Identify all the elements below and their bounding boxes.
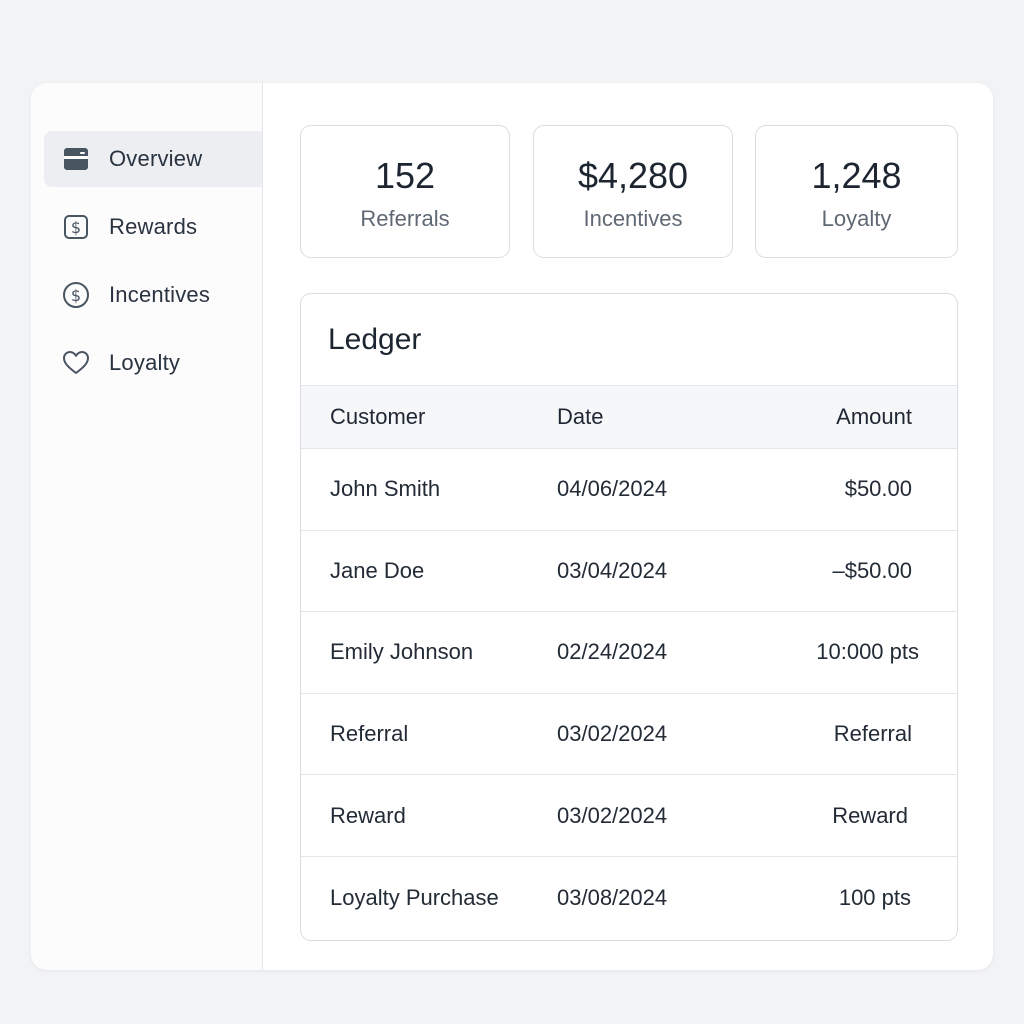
cell-date: 03/08/2024 — [557, 884, 668, 910]
column-header-amount[interactable]: Amount — [777, 404, 912, 430]
cell-date: 02/24/2024 — [557, 639, 668, 665]
svg-text:$: $ — [71, 218, 81, 237]
sidebar-item-label: Loyalty — [109, 350, 181, 375]
table-row[interactable]: Reward 03/02/2024 Reward — [301, 775, 957, 857]
sidebar-item-overview[interactable]: Overview — [44, 131, 262, 187]
sidebar-item-loyalty[interactable]: Loyalty — [44, 335, 262, 391]
stat-value: 1,248 — [811, 155, 902, 196]
cell-amount: 100 pts — [838, 884, 911, 910]
app-window: Overview $ Rewards $ Incentives Loyalty … — [31, 83, 993, 970]
cell-date: 03/04/2024 — [557, 557, 668, 583]
table-row[interactable]: Referral 03/02/2024 Referral — [301, 694, 957, 776]
cell-customer: Emily Johnson — [330, 639, 474, 665]
cell-amount: Referral — [833, 721, 912, 747]
sidebar-item-incentives[interactable]: $ Incentives — [44, 267, 262, 323]
ledger-title: Ledger — [301, 294, 957, 386]
column-header-date[interactable]: Date — [557, 404, 777, 430]
table-header: Customer Date Amount — [301, 386, 957, 449]
sidebar-item-label: Incentives — [109, 282, 211, 307]
cell-amount: 10:000 pts — [816, 639, 919, 665]
dollar-circle-icon: $ — [62, 281, 90, 309]
card-icon — [62, 145, 90, 173]
stat-card-referrals: 152 Referrals — [300, 125, 510, 258]
heart-icon — [62, 349, 90, 377]
sidebar-item-rewards[interactable]: $ Rewards — [44, 199, 262, 255]
stat-label: Referrals — [360, 206, 450, 231]
cell-customer: John Smith — [330, 476, 441, 502]
cell-date: 03/02/2024 — [557, 802, 668, 828]
ledger-card: Ledger Customer Date Amount John Smith 0… — [300, 293, 958, 941]
sidebar-item-label: Overview — [109, 146, 203, 171]
dollar-square-icon: $ — [62, 213, 90, 241]
table-row[interactable]: Jane Doe 03/04/2024 –$50.00 — [301, 531, 957, 613]
cell-customer: Jane Doe — [330, 557, 425, 583]
cell-customer: Reward — [330, 802, 406, 828]
table-row[interactable]: Emily Johnson 02/24/2024 10:000 pts — [301, 612, 957, 694]
sidebar-item-label: Rewards — [109, 214, 198, 239]
cell-date: 03/02/2024 — [557, 721, 668, 747]
cell-customer: Referral — [330, 721, 409, 747]
svg-text:$: $ — [71, 286, 81, 305]
stat-card-loyalty: 1,248 Loyalty — [755, 125, 958, 258]
stat-label: Incentives — [583, 206, 683, 231]
table-row[interactable]: Loyalty Purchase 03/08/2024 100 pts — [301, 857, 957, 939]
sidebar: Overview $ Rewards $ Incentives Loyalty — [31, 83, 263, 970]
cell-amount: Reward — [832, 802, 908, 828]
column-header-customer[interactable]: Customer — [301, 404, 557, 430]
cell-amount: –$50.00 — [832, 557, 912, 583]
cell-amount: $50.00 — [844, 476, 912, 502]
stat-label: Loyalty — [821, 206, 892, 231]
stat-card-incentives: $4,280 Incentives — [533, 125, 733, 258]
stat-value: $4,280 — [577, 155, 689, 196]
stat-value: 152 — [374, 155, 436, 196]
table-row[interactable]: John Smith 04/06/2024 $50.00 — [301, 449, 957, 531]
cell-customer: Loyalty Purchase — [330, 884, 499, 910]
cell-date: 04/06/2024 — [557, 476, 668, 502]
